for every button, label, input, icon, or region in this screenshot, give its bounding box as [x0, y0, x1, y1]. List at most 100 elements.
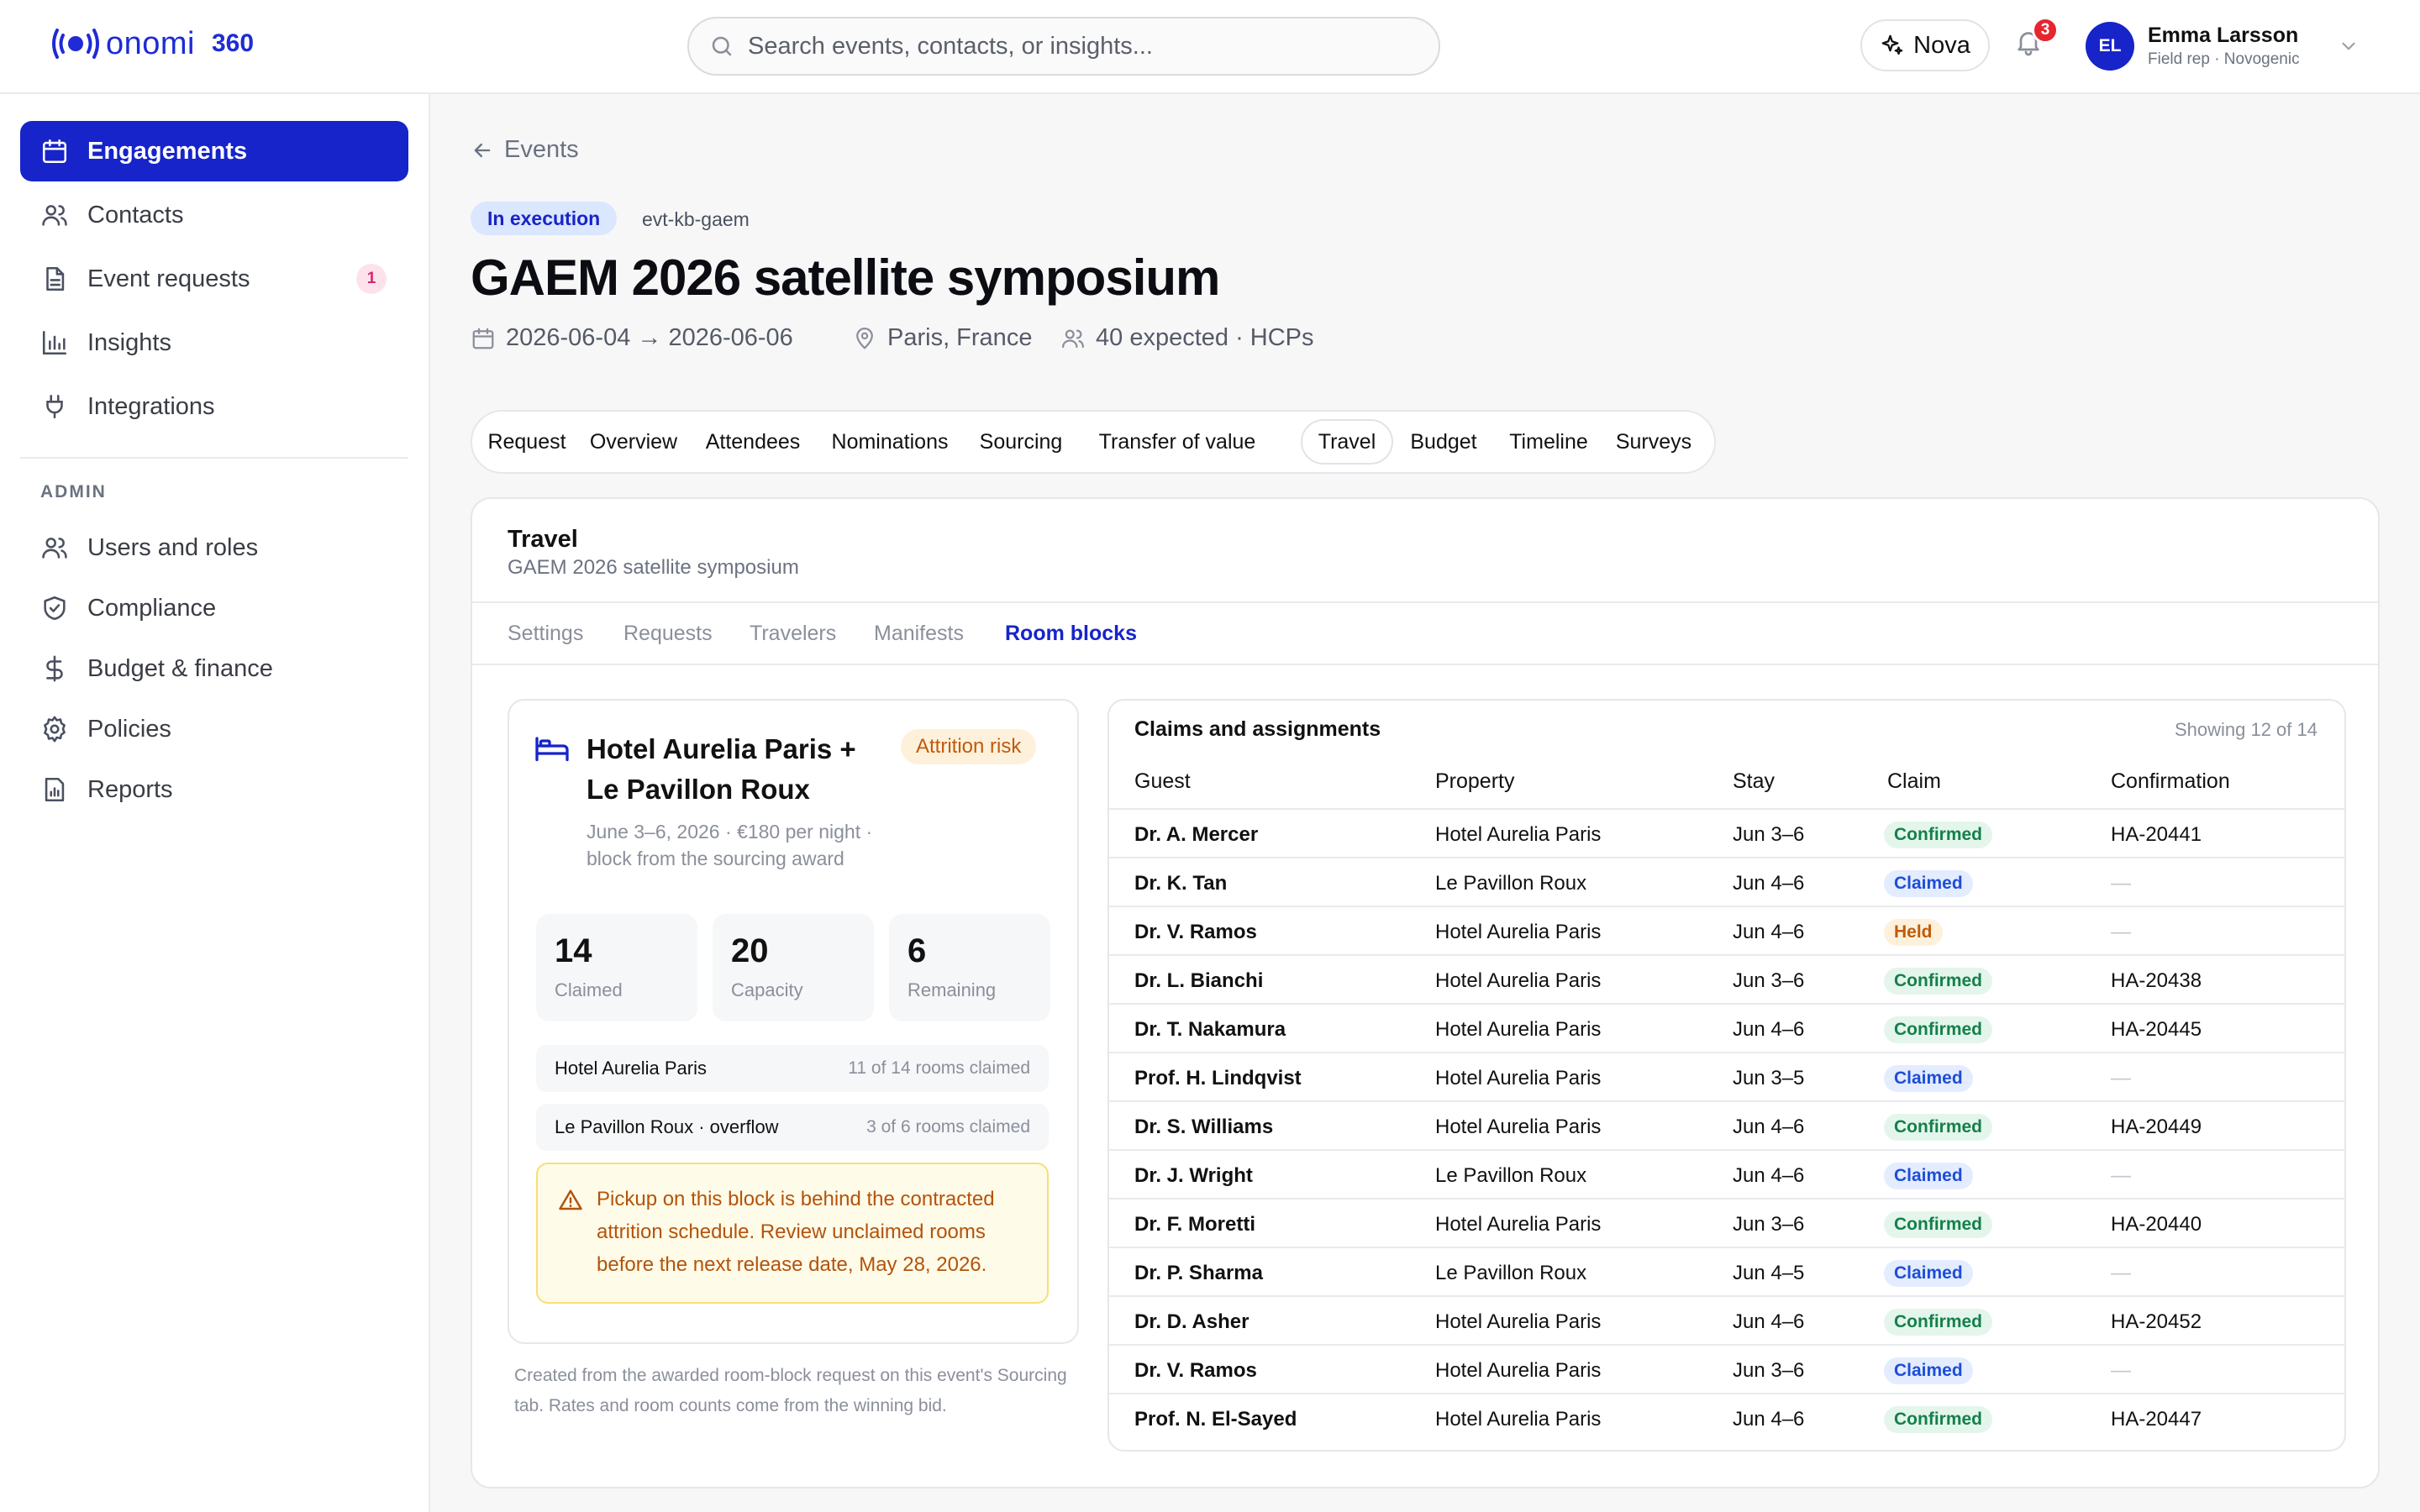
- sidebar-item-integrations[interactable]: Integrations: [20, 376, 408, 437]
- table-row[interactable]: Dr. V. Ramos Hotel Aurelia Paris Jun 4–6 He…: [1109, 907, 2344, 956]
- nova-assistant-button[interactable]: Nova: [1860, 19, 1990, 71]
- table-row[interactable]: Dr. S. Williams Hotel Aurelia Paris Jun 4–…: [1109, 1102, 2344, 1151]
- table-row[interactable]: Dr. F. Moretti Hotel Aurelia Paris Jun 3–6…: [1109, 1200, 2344, 1248]
- table-row[interactable]: Dr. T. Nakamura Hotel Aurelia Paris Jun 4–…: [1109, 1005, 2344, 1053]
- chevron-down-icon: [2342, 42, 2355, 50]
- property-name: Hotel Aurelia Paris: [555, 1058, 707, 1079]
- stay-dates: Jun 4–6: [1733, 1164, 1805, 1187]
- guest-name: Dr. A. Mercer: [1134, 823, 1259, 846]
- table-row[interactable]: Dr. K. Tan Le Pavillon Roux Jun 4–6 Claimed…: [1109, 858, 2344, 907]
- subtab-travelers[interactable]: Travelers: [750, 622, 836, 646]
- property-name: Hotel Aurelia Paris: [1435, 921, 1602, 943]
- table-row[interactable]: Dr. L. Bianchi Hotel Aurelia Paris Jun 3–6…: [1109, 956, 2344, 1005]
- claim-status-badge: Claimed: [1884, 1163, 1973, 1189]
- guest-name: Dr. K. Tan: [1134, 872, 1228, 895]
- property-name: Hotel Aurelia Paris: [1435, 1310, 1602, 1333]
- table-row[interactable]: Dr. P. Sharma Le Pavillon Roux Jun 4–5 Clai…: [1109, 1248, 2344, 1297]
- users-icon: [42, 205, 67, 226]
- stat-label: Remaining: [908, 979, 997, 1000]
- property-claimed: 11 of 14 rooms claimed: [848, 1058, 1030, 1078]
- subtab-manifests[interactable]: Manifests: [874, 622, 964, 646]
- sidebar-item-label: Compliance: [87, 594, 217, 622]
- sidebar-item-event-requests[interactable]: Event requests 1: [20, 249, 408, 309]
- sidebar-item-label: Policies: [87, 715, 171, 743]
- subtab-requests[interactable]: Requests: [623, 622, 713, 646]
- property-claimed: 3 of 6 rooms claimed: [866, 1117, 1030, 1137]
- sidebar-item-reports[interactable]: Reports: [20, 759, 408, 820]
- sidebar-item-policies[interactable]: Policies: [20, 699, 408, 759]
- tab-surveys[interactable]: Surveys: [1607, 419, 1701, 465]
- sidebar-item-compliance[interactable]: Compliance: [20, 578, 408, 638]
- hotel-name: Hotel Aurelia Paris + Le Pavillon Roux: [587, 733, 856, 805]
- back-label: Events: [504, 136, 579, 163]
- stay-dates: Jun 4–6: [1733, 872, 1805, 895]
- tab-sourcing[interactable]: Sourcing: [968, 419, 1074, 465]
- sidebar: Engagements Contacts Event requests 1 In…: [0, 94, 430, 1512]
- sidebar-divider: [20, 457, 408, 459]
- confirmation-number: —: [2111, 1359, 2131, 1382]
- stat-capacity: 20 Capacity: [713, 914, 874, 1021]
- tab-attendees[interactable]: Attendees: [694, 419, 812, 465]
- claim-status-badge: Confirmed: [1884, 1309, 1992, 1336]
- avatar[interactable]: EL: [2086, 22, 2134, 71]
- confirmation-number: —: [2111, 1262, 2131, 1284]
- tab-timeline[interactable]: Timeline: [1499, 419, 1598, 465]
- stay-dates: Jun 3–5: [1733, 1067, 1805, 1089]
- subtab-room-blocks[interactable]: Room blocks: [1005, 622, 1137, 646]
- brand-suffix: 360: [212, 29, 255, 57]
- column-header-property[interactable]: Property: [1435, 769, 1514, 794]
- notifications-button[interactable]: 3: [2013, 17, 2059, 64]
- event-location-text: Paris, France: [887, 324, 1033, 351]
- plug-icon: [46, 394, 63, 419]
- tab-budget[interactable]: Budget: [1400, 419, 1487, 465]
- sidebar-item-budget-finance[interactable]: Budget & finance: [20, 638, 408, 699]
- sidebar-item-label: Event requests: [87, 265, 250, 292]
- user-role: Field rep · Novogenic: [2148, 50, 2300, 68]
- confirmation-number: —: [2111, 872, 2131, 895]
- room-block-footnote: Created from the awarded room-block requ…: [514, 1366, 1067, 1415]
- stat-label: Claimed: [555, 979, 623, 1000]
- stat-value: 20: [731, 932, 769, 969]
- sidebar-item-users-and-roles[interactable]: Users and roles: [20, 517, 408, 578]
- table-row[interactable]: Dr. J. Wright Le Pavillon Roux Jun 4–6 Clai…: [1109, 1151, 2344, 1200]
- sidebar-item-label: Budget & finance: [87, 654, 273, 682]
- column-header-guest[interactable]: Guest: [1134, 769, 1191, 794]
- document-icon: [46, 266, 65, 291]
- column-header-confirmation[interactable]: Confirmation: [2111, 769, 2230, 794]
- status-badge: In execution: [471, 202, 618, 235]
- table-row[interactable]: Dr. A. Mercer Hotel Aurelia Paris Jun 3–6 C…: [1109, 810, 2344, 858]
- tab-transfer-of-value[interactable]: Transfer of value: [1082, 419, 1272, 465]
- property-name: Hotel Aurelia Paris: [1435, 1067, 1602, 1089]
- tab-overview[interactable]: Overview: [581, 419, 686, 465]
- confirmation-number: HA-20438: [2111, 969, 2202, 992]
- tab-nominations[interactable]: Nominations: [820, 419, 960, 465]
- property-name: Hotel Aurelia Paris: [1435, 969, 1602, 992]
- back-to-events-link[interactable]: Events: [471, 136, 579, 164]
- brand-logo[interactable]: onomi 360: [50, 25, 254, 62]
- search-input[interactable]: [748, 32, 1403, 60]
- table-row[interactable]: Dr. V. Ramos Hotel Aurelia Paris Jun 3–6 Cl…: [1109, 1346, 2344, 1394]
- sidebar-item-contacts[interactable]: Contacts: [20, 185, 408, 245]
- sidebar-item-insights[interactable]: Insights: [20, 312, 408, 373]
- tab-request[interactable]: Request: [481, 419, 573, 465]
- property-row: Le Pavillon Roux · overflow 3 of 6 rooms…: [536, 1104, 1049, 1151]
- event-dates: 2026-06-04 → 2026-06-06: [471, 324, 793, 352]
- table-row[interactable]: Dr. D. Asher Hotel Aurelia Paris Jun 4–6 Co…: [1109, 1297, 2344, 1346]
- confirmation-number: HA-20452: [2111, 1310, 2202, 1333]
- column-header-stay[interactable]: Stay: [1733, 769, 1775, 794]
- event-tabs: Request Overview Attendees Nominations S…: [471, 410, 1716, 474]
- user-menu-toggle[interactable]: [2338, 35, 2360, 57]
- subtab-settings[interactable]: Settings: [508, 622, 583, 646]
- global-search[interactable]: [687, 17, 1440, 76]
- confirmation-number: —: [2111, 1067, 2131, 1089]
- claim-status-badge: Claimed: [1884, 1357, 1973, 1384]
- table-row[interactable]: Prof. H. Lindqvist Hotel Aurelia Paris Jun…: [1109, 1053, 2344, 1102]
- tab-travel[interactable]: Travel: [1301, 419, 1393, 465]
- sidebar-item-label: Reports: [87, 775, 173, 803]
- guest-name: Dr. T. Nakamura: [1134, 1018, 1286, 1041]
- column-header-claim[interactable]: Claim: [1887, 769, 1941, 794]
- guest-name: Dr. V. Ramos: [1134, 1359, 1257, 1382]
- table-row[interactable]: Prof. N. El-Sayed Hotel Aurelia Paris Jun …: [1109, 1394, 2344, 1443]
- users-icon: [1062, 329, 1084, 348]
- sidebar-item-engagements[interactable]: Engagements: [20, 121, 408, 181]
